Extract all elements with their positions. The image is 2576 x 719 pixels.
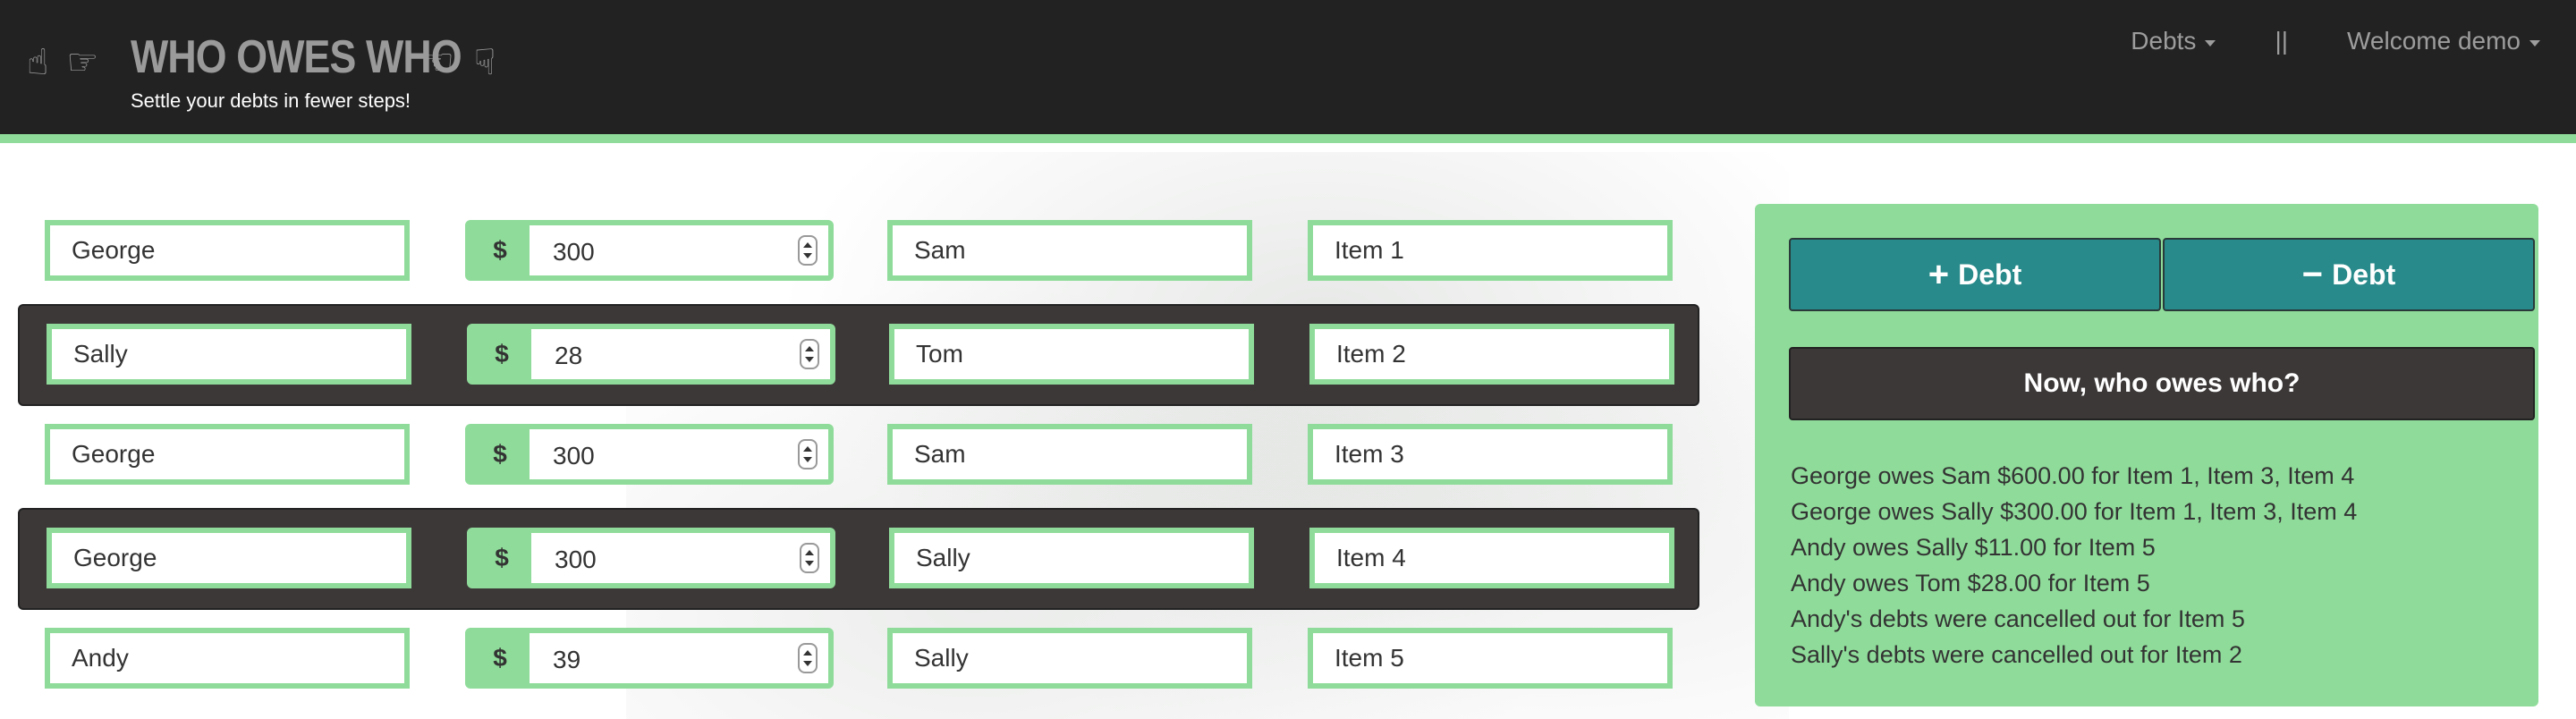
user-dropdown[interactable]: Welcome demo [2347,27,2540,55]
brand-icons-left: ☝ ☞ [27,36,98,89]
debtor-input[interactable]: George [45,424,410,485]
item-input[interactable]: Item 2 [1309,324,1674,385]
result-line: Sally's debts were cancelled out for Ite… [1791,641,2242,668]
creditor-input[interactable]: Sally [889,528,1254,588]
debts-dropdown[interactable]: Debts [2131,27,2216,55]
item-input[interactable]: Item 1 [1308,220,1673,281]
number-spinner-icon[interactable] [800,339,819,369]
result-line: George owes Sam $600.00 for Item 1, Item… [1791,462,2355,489]
result-line: George owes Sally $300.00 for Item 1, It… [1791,498,2358,525]
item-input[interactable]: Item 3 [1308,424,1673,485]
amount-input[interactable]: 300 [531,533,800,583]
caret-down-icon [2205,39,2216,47]
creditor-input[interactable]: Sally [887,628,1252,689]
amount-input-group: $ 300 [465,424,834,485]
amount-input-group: $ 300 [465,220,834,281]
currency-addon: $ [470,225,530,275]
hand-point-down-icon: ☟ [473,42,496,83]
debt-row: Sally $ 28 Tom Item 2 [18,304,1699,406]
brand-subtitle: Settle your debts in fewer steps! [131,89,411,112]
debtor-input[interactable]: Andy [45,628,410,689]
creditor-input[interactable]: Sam [887,424,1252,485]
remove-debt-label: Debt [2332,258,2396,291]
amount-input[interactable]: 300 [530,225,798,275]
currency-addon: $ [470,633,530,683]
hand-point-up-icon: ☝ [27,42,49,83]
amount-input[interactable]: 28 [531,329,800,379]
number-spinner-icon[interactable] [798,643,818,673]
debtor-input[interactable]: George [47,528,411,588]
hand-point-left-icon: ☜ [422,42,454,83]
hand-point-right-icon: ☞ [66,42,99,83]
item-input[interactable]: Item 5 [1308,628,1673,689]
number-spinner-icon[interactable] [798,439,818,469]
currency-addon: $ [470,429,530,479]
settle-panel: + Debt − Debt Now, who owes who? George … [1755,204,2538,706]
brand-title[interactable]: WHO OWES WHO [131,30,462,84]
nav-menu: Debts || Welcome demo [2131,27,2540,55]
amount-input-group: $ 39 [465,628,834,689]
amount-input[interactable]: 39 [530,633,798,683]
result-line: Andy owes Sally $11.00 for Item 5 [1791,534,2156,561]
debt-row: Andy $ 39 Sally Item 5 [18,610,1699,712]
plus-icon: + [1928,255,1950,294]
debt-row: George $ 300 Sam Item 3 [18,406,1699,508]
result-line: Andy owes Tom $28.00 for Item 5 [1791,570,2150,596]
amount-input-group: $ 28 [467,324,835,385]
result-line: Andy's debts were cancelled out for Item… [1791,605,2245,632]
currency-addon: $ [472,533,531,583]
brand-icons-right: ☜ ☟ [422,36,496,89]
add-debt-button[interactable]: + Debt [1789,238,2161,311]
debtor-input[interactable]: Sally [47,324,411,385]
creditor-input[interactable]: Tom [889,324,1254,385]
debt-row: George $ 300 Sally Item 4 [18,508,1699,610]
results-list: George owes Sam $600.00 for Item 1, Item… [1791,458,2357,672]
nav-separator: || [2275,27,2288,55]
amount-input-group: $ 300 [467,528,835,588]
user-dropdown-label: Welcome demo [2346,27,2521,55]
minus-icon: − [2301,255,2324,294]
remove-debt-button[interactable]: − Debt [2163,238,2535,311]
amount-input[interactable]: 300 [530,429,798,479]
creditor-input[interactable]: Sam [887,220,1252,281]
navbar: ☝ ☞ WHO OWES WHO Settle your debts in fe… [0,0,2576,143]
debtor-input[interactable]: George [45,220,410,281]
number-spinner-icon[interactable] [800,543,819,573]
caret-down-icon [2529,39,2540,47]
currency-addon: $ [472,329,531,379]
who-owes-who-button[interactable]: Now, who owes who? [1789,347,2535,420]
add-debt-label: Debt [1958,258,2022,291]
item-input[interactable]: Item 4 [1309,528,1674,588]
debts-dropdown-label: Debts [2131,27,2197,55]
debt-row: George $ 300 Sam Item 1 [18,202,1699,304]
number-spinner-icon[interactable] [798,235,818,266]
